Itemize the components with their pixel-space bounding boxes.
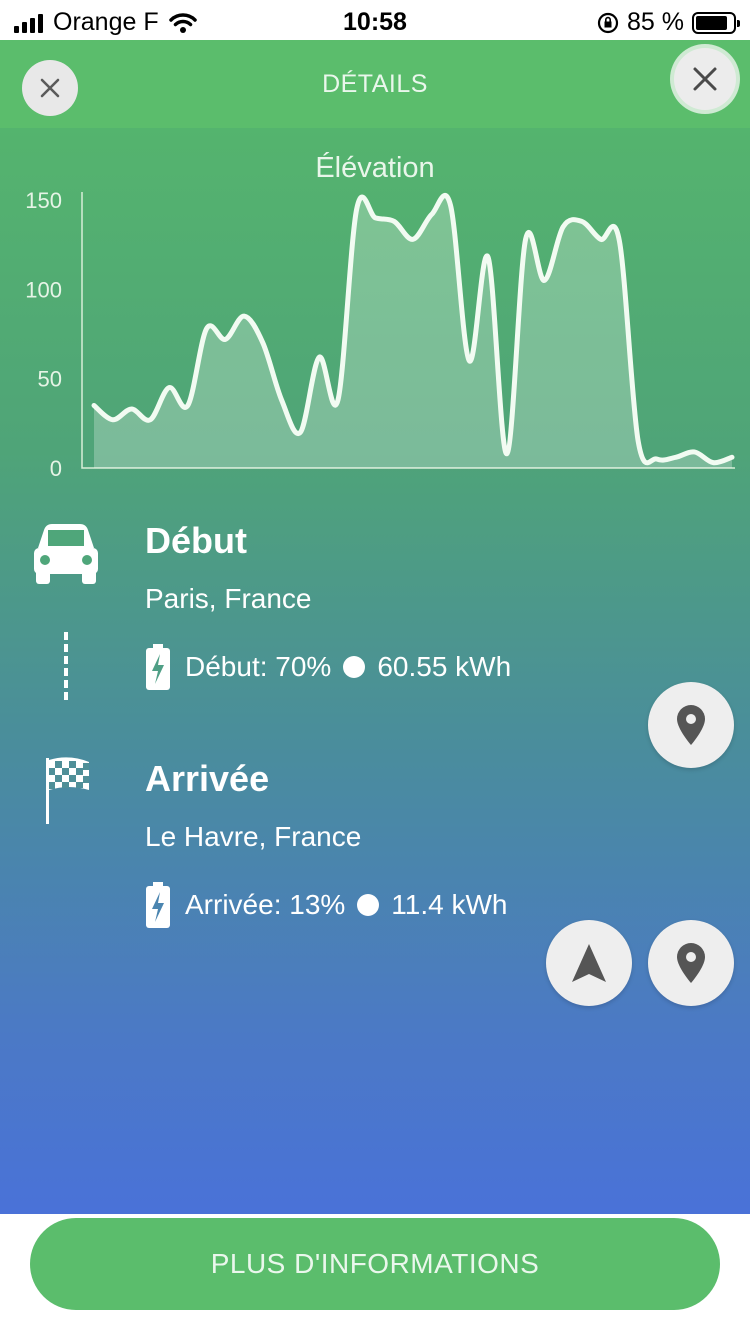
status-bar: Orange F 10:58 85 % [0, 0, 750, 40]
end-title: Arrivée [145, 758, 270, 799]
start-energy: 60.55 kWh [377, 651, 512, 682]
close-icon [693, 67, 717, 91]
y-tick-label-2: 100 [25, 277, 62, 302]
orientation-lock-icon [597, 12, 619, 33]
y-tick-label-1: 50 [38, 367, 62, 392]
route-dashed-line [64, 632, 68, 700]
start-location-button[interactable] [648, 682, 734, 768]
map-pin-icon [677, 943, 705, 983]
navigation-arrow-icon [572, 944, 606, 982]
battery-charging-icon [146, 644, 170, 690]
end-location-button[interactable] [648, 920, 734, 1006]
y-tick-label-3: 150 [25, 188, 62, 213]
battery-percent: 85 % [627, 8, 684, 36]
start-charge-label: Début: 70% [185, 651, 332, 682]
page-title: DÉTAILS [322, 70, 428, 98]
end-charge-label: Arrivée: 13% [185, 889, 346, 920]
separator-dot [357, 894, 380, 916]
more-info-button[interactable]: PLUS D'INFORMATIONS [30, 1218, 720, 1310]
end-energy: 11.4 kWh [391, 889, 508, 920]
elevation-chart: 0 50 100 150 [25, 188, 735, 480]
start-title: Début [145, 520, 247, 561]
end-place: Le Havre, France [145, 821, 362, 852]
start-place: Paris, France [145, 583, 312, 614]
car-icon [34, 524, 98, 584]
start-charge-row: Début: 70% 60.55 kWh [145, 644, 511, 690]
y-tick-label-0: 0 [50, 456, 62, 480]
status-bar-right: 85 % [597, 8, 740, 37]
navigate-button[interactable] [546, 920, 632, 1006]
map-pin-icon [677, 705, 705, 745]
separator-dot [343, 656, 366, 678]
checkered-flag-icon [46, 757, 89, 824]
details-panel: DÉTAILS Élévation 0 50 100 150 Début Paris,… [0, 40, 750, 1214]
header-bar: DÉTAILS [0, 40, 750, 128]
close-button-right[interactable] [674, 48, 736, 110]
battery-charging-icon [146, 882, 170, 928]
end-charge-row: Arrivée: 13% 11.4 kWh [145, 882, 508, 928]
battery-icon [692, 11, 740, 34]
